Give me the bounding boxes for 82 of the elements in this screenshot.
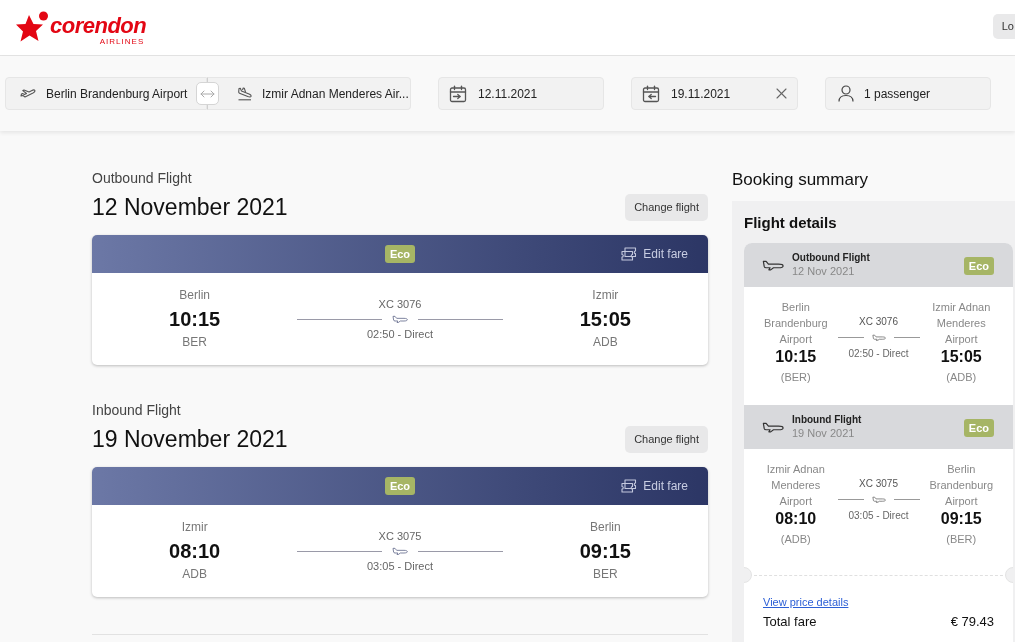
airport-name: Izmir Adnan Menderes Airport (765, 462, 826, 509)
city-name: Berlin (589, 520, 621, 535)
flight-number: XC 3076 (859, 315, 898, 328)
plane-landing-icon (237, 86, 252, 101)
airport-code: (BER) (946, 532, 977, 547)
summary-flight-date: 12 Nov 2021 (792, 264, 856, 278)
airport-code: ADB (182, 567, 207, 582)
change-flight-button[interactable]: Change flight (625, 193, 708, 221)
plane-icon (871, 334, 886, 341)
flight-date: 19 November 2021 (92, 425, 288, 453)
airport-name: Berlin Brandenburg Airport (762, 300, 829, 347)
fare-badge: Eco (384, 477, 416, 495)
departure-time: 10:15 (775, 347, 817, 367)
summary-flight-date: 19 Nov 2021 (792, 426, 856, 440)
origin-field[interactable]: Berlin Brandenburg Airport (5, 77, 207, 110)
origin-value: Berlin Brandenburg Airport (46, 85, 188, 103)
plane-icon (392, 315, 408, 323)
total-fare-amount: € 79.43 (950, 613, 994, 631)
fare-badge: Eco (963, 257, 994, 276)
flight-duration: 02:50 - Direct (366, 327, 433, 341)
star-logo-icon (15, 9, 49, 43)
plane-icon (392, 547, 408, 555)
airport-code: BER (592, 567, 618, 582)
flight-number: XC 3075 (378, 529, 422, 543)
airport-code: ADB (592, 335, 618, 350)
tickets-icon (621, 247, 638, 261)
arrival-time: 09:15 (940, 509, 982, 529)
summary-flight-label: Outbound Flight (792, 252, 870, 264)
departure-date-field[interactable]: 12.11.2021 (438, 77, 604, 110)
airport-code: (ADB) (780, 532, 811, 547)
airport-name: Izmir Adnan Menderes Airport (931, 300, 992, 347)
passengers-value: 1 passenger (864, 85, 931, 103)
plane-icon (762, 421, 784, 433)
close-icon (776, 88, 787, 99)
flight-duration: 03:05 - Direct (366, 559, 433, 573)
total-fare-label: Total fare (763, 613, 817, 631)
arrival-time: 15:05 (579, 307, 631, 332)
flight-label: Inbound Flight (92, 402, 181, 419)
calendar-icon (449, 84, 467, 103)
arrival-time: 15:05 (940, 347, 982, 367)
destination-value: Izmir Adnan Menderes Air... (262, 85, 409, 103)
clear-date-button[interactable] (776, 88, 787, 99)
edit-fare-button[interactable]: Edit fare (621, 477, 688, 495)
passengers-field[interactable]: 1 passenger (825, 77, 991, 110)
destination-field[interactable]: Izmir Adnan Menderes Air... (207, 77, 411, 110)
plane-icon (871, 496, 886, 503)
fare-badge: Eco (384, 245, 416, 263)
edit-fare-button[interactable]: Edit fare (621, 245, 688, 263)
airport-code: (BER) (780, 370, 811, 385)
fare-badge: Eco (963, 419, 994, 438)
city-name: Izmir (592, 288, 619, 303)
airport-code: (ADB) (946, 370, 977, 385)
flight-label: Outbound Flight (92, 170, 192, 187)
city-name: Izmir (181, 520, 208, 535)
flight-number: XC 3076 (378, 297, 422, 311)
logo-tagline: AIRLINES (99, 36, 145, 46)
swap-arrows-icon (200, 89, 215, 98)
departure-time: 08:10 (775, 509, 817, 529)
flight-duration: 02:50 - Direct (848, 347, 909, 360)
flight-date: 12 November 2021 (92, 193, 288, 221)
airport-code: BER (182, 335, 207, 350)
city-name: Berlin (179, 288, 210, 303)
flight-duration: 03:05 - Direct (848, 509, 909, 522)
summary-flight-label: Inbound Flight (792, 414, 862, 426)
login-button[interactable]: Lo (992, 14, 1015, 39)
person-icon (838, 85, 854, 102)
flight-number: XC 3075 (859, 477, 898, 490)
plane-icon (762, 259, 784, 271)
return-date-field[interactable]: 19.11.2021 (631, 77, 798, 110)
change-flight-button[interactable]: Change flight (625, 425, 708, 453)
arrival-time: 09:15 (579, 539, 631, 564)
flight-details-title: Flight details (744, 214, 838, 232)
calendar-icon (642, 84, 660, 103)
departure-date-value: 12.11.2021 (478, 85, 538, 103)
tickets-icon (621, 479, 638, 493)
departure-time: 10:15 (169, 307, 221, 332)
summary-title: Booking summary (732, 170, 869, 190)
airport-name: Berlin Brandenburg Airport (928, 462, 995, 509)
return-date-value: 19.11.2021 (671, 85, 731, 103)
departure-time: 08:10 (169, 539, 221, 564)
logo-wordmark: corendon (50, 14, 147, 37)
price-details-link[interactable]: View price details (763, 595, 849, 609)
